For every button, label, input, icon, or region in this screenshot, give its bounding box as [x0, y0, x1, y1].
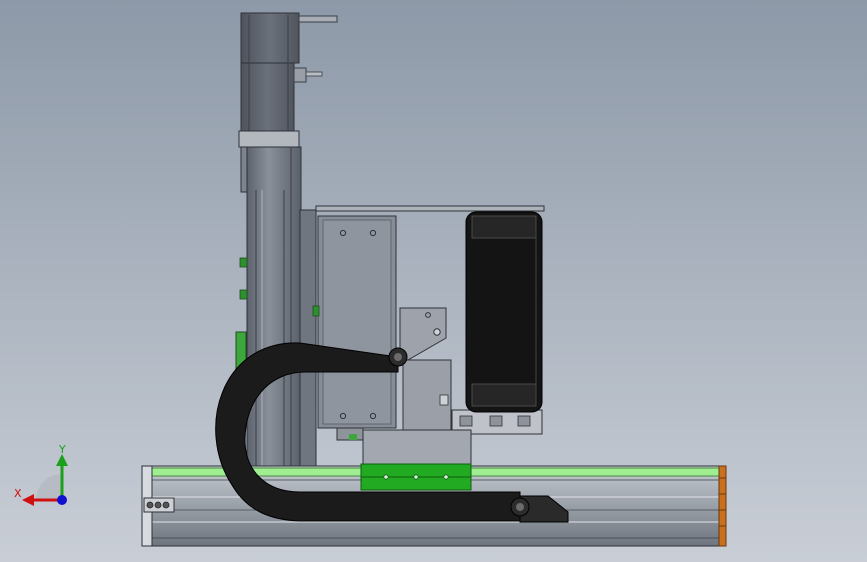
vertical-profile	[246, 146, 302, 490]
z-axis-dot	[57, 495, 67, 505]
motor-shaft	[298, 15, 338, 23]
y-axis-label: Y	[58, 443, 66, 456]
connector-plug	[293, 67, 307, 83]
rubber-roller	[465, 211, 543, 413]
x-axis-label: X	[14, 487, 22, 500]
motor-flange	[238, 130, 300, 148]
top-mounting-plate	[315, 205, 545, 212]
limit-sensor-1	[239, 257, 248, 268]
limit-sensor-2	[239, 289, 248, 300]
assembly-drawing: Y X	[0, 0, 867, 562]
carriage-adapter	[362, 429, 472, 467]
head-sensor	[312, 305, 320, 317]
cad-viewport[interactable]: Y X	[0, 0, 867, 562]
servo-motor-top	[240, 12, 300, 64]
